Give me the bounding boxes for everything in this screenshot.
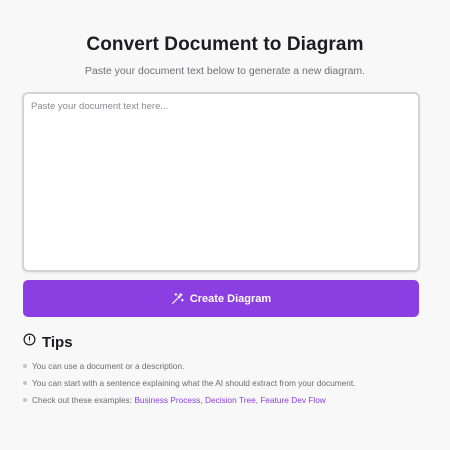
examples-prefix: Check out these examples: [32,395,135,405]
tip-text: You can start with a sentence explaining… [32,378,356,388]
tip-item: You can start with a sentence explaining… [23,377,355,394]
create-diagram-button[interactable]: Create Diagram [23,280,419,317]
tips-title: Tips [42,333,73,351]
example-link-decision-tree[interactable]: Decision Tree [205,395,256,405]
page-subtitle: Paste your document text below to genera… [84,65,366,77]
tip-item-examples: Check out these examples: Business Proce… [23,394,355,411]
info-icon [23,333,36,351]
page: Convert Document to Diagram Paste your d… [0,0,450,450]
tips-header: Tips [23,333,73,351]
document-text-input[interactable] [24,94,418,270]
page-title: Convert Document to Diagram [86,34,364,55]
tips-list: You can use a document or a description.… [23,360,355,411]
example-link-feature-dev-flow[interactable]: Feature Dev Flow [260,395,325,405]
bullet [23,381,27,385]
bullet [23,398,27,402]
tip-item: You can use a document or a description. [23,360,355,377]
create-diagram-label: Create Diagram [189,292,272,305]
bullet [23,364,27,368]
magic-wand-icon [171,292,184,305]
example-link-business-process[interactable]: Business Process [134,395,200,405]
tip-text: You can use a document or a description. [32,361,185,371]
document-textarea-container [22,92,420,272]
